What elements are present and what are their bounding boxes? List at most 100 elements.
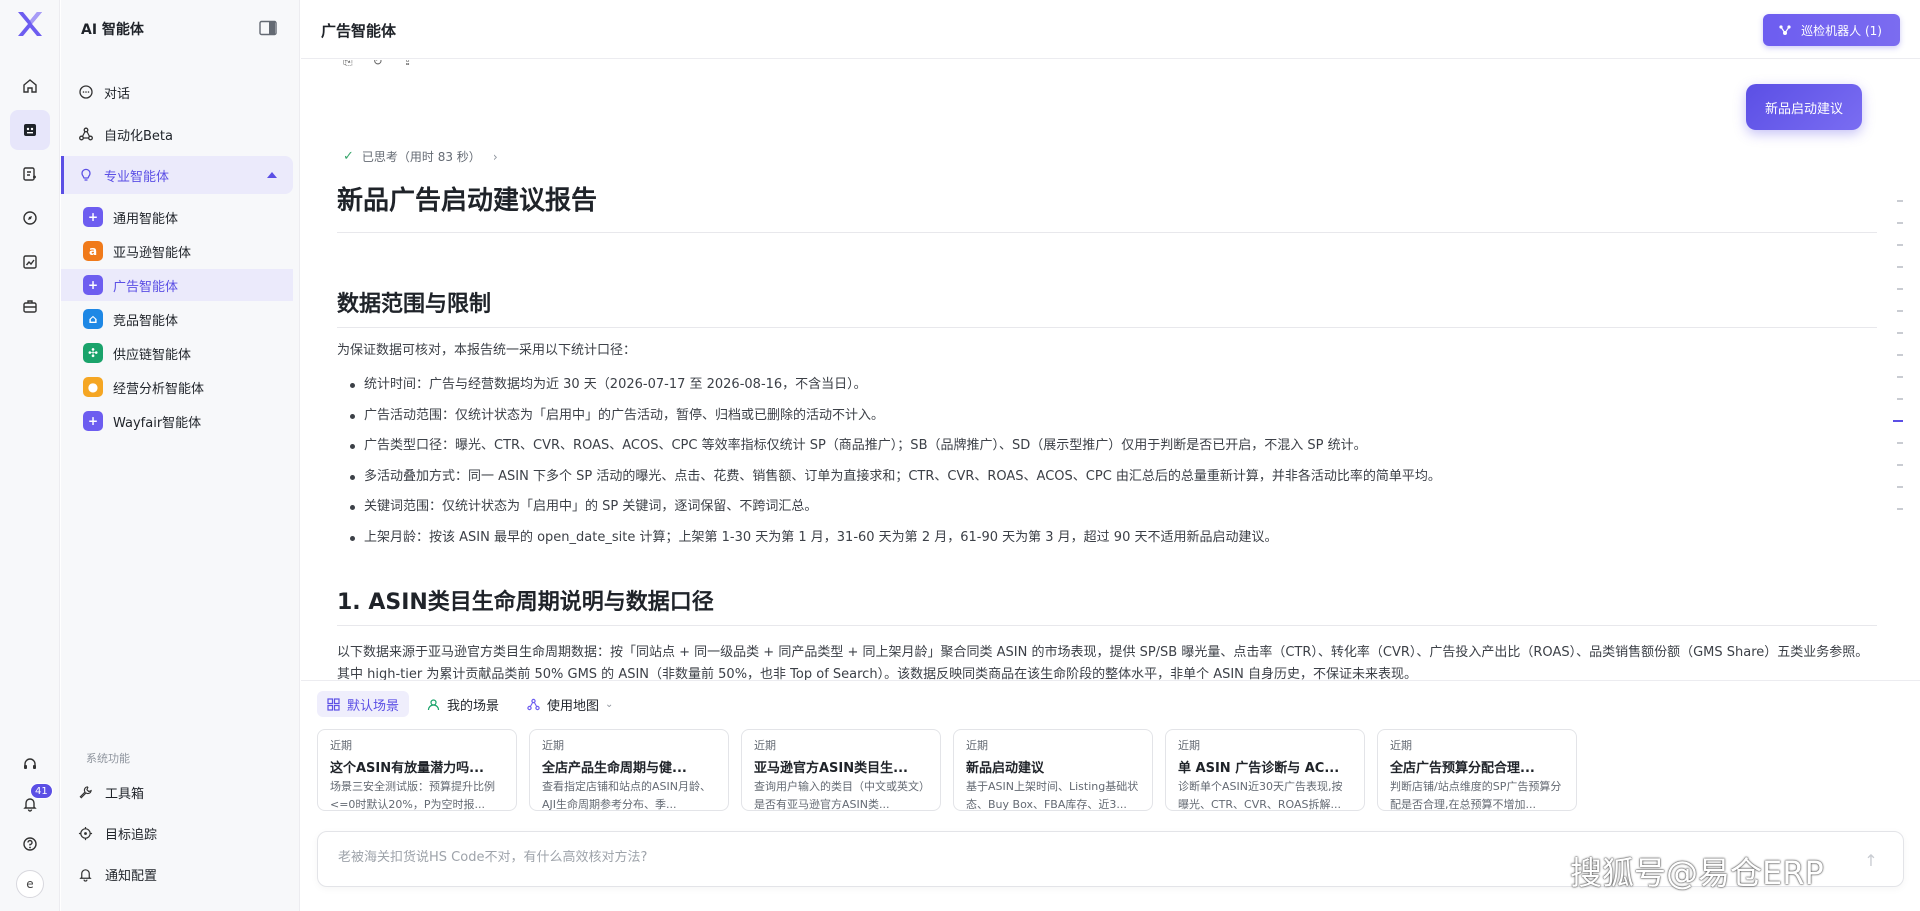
bullet-item: 关键词范围：仅统计状态为「启用中」的 SP 关键词，逐词保留、不跨词汇总。 <box>347 492 1441 523</box>
sidebar-subitem[interactable]: ● 经营分析智能体 <box>61 371 293 403</box>
card-tag: 近期 <box>542 739 564 752</box>
chart-icon[interactable] <box>10 242 50 282</box>
card-title: 这个ASIN有放量潜力吗... <box>330 761 484 776</box>
scene-cards: 近期这个ASIN有放量潜力吗... 场景三安全测试版：预算提升比例<=0时默认20… <box>317 729 1577 811</box>
card-tag: 近期 <box>1390 739 1412 752</box>
section-paragraph: 以下数据来源于亚马逊官方类目生命周期数据：按「同站点 + 同一级品类 + 同产品… <box>337 645 1869 680</box>
agent-icon: + <box>83 275 103 295</box>
sidebar-item-toolbox[interactable]: 工具箱 <box>78 777 144 807</box>
avatar[interactable]: e <box>16 870 44 898</box>
sidebar-subitem[interactable]: + 通用智能体 <box>61 201 293 233</box>
card-tag: 近期 <box>966 739 988 752</box>
card-description: 场景三安全测试版：预算提升比例<=0时默认20%，P为空时报... <box>330 780 495 811</box>
user-icon <box>427 698 440 710</box>
chat-input[interactable] <box>338 850 1438 865</box>
sidebar-item-label: 工具箱 <box>105 786 145 802</box>
sidebar: AI 智能体 对话 自动化Beta 专业智能体 + 通用智能体 a 亚马逊智能体 + 广告… <box>61 0 300 911</box>
card-tag: 近期 <box>754 739 776 752</box>
patrol-robot-label: 巡检机器人 (1) <box>1801 23 1882 38</box>
robot-icon <box>1779 25 1791 35</box>
sidebar-subitem-label: 通用智能体 <box>113 211 179 227</box>
network-icon <box>527 698 540 710</box>
sidebar-subitem[interactable]: ✣ 供应链智能体 <box>61 337 293 369</box>
outline-minimap[interactable] <box>1893 200 1903 530</box>
report-title: 新品广告启动建议报告 <box>337 186 598 216</box>
check-icon: ✓ <box>343 149 354 164</box>
bullet-item: 上架月龄：按该 ASIN 最早的 open_date_site 计算；上架第 1… <box>347 523 1441 554</box>
agent-icon: + <box>83 207 103 227</box>
agent-icon: + <box>83 411 103 431</box>
sidebar-subitem[interactable]: + 广告智能体 <box>61 269 293 301</box>
scene-card[interactable]: 近期 亚马逊官方ASIN类目生... 查询用户输入的类目（中文或英文）是否有亚马逊官… <box>741 729 941 811</box>
divider <box>337 625 1877 626</box>
section-intro: 为保证数据可核对，本报告统一采用以下统计口径： <box>337 343 637 358</box>
compass-icon[interactable] <box>10 198 50 238</box>
app-logo[interactable] <box>14 8 46 40</box>
sidebar-item-label: 专业智能体 <box>104 169 170 185</box>
card-description: 查询用户输入的类目（中文或英文）是否有亚马逊官方ASIN类... <box>754 780 925 811</box>
app-title: AI 智能体 <box>81 22 144 38</box>
chevron-down-icon: ⌄ <box>605 698 614 710</box>
patrol-robot-button[interactable]: 巡检机器人 (1) <box>1763 14 1900 46</box>
sidebar-subitem-label: Wayfair智能体 <box>113 415 202 431</box>
sidebar-subitem[interactable]: + Wayfair智能体 <box>61 405 293 437</box>
divider <box>337 232 1877 233</box>
sidebar-subitem-label: 亚马逊智能体 <box>113 245 192 261</box>
scene-card[interactable]: 近期 全店广告预算分配合理... 判断店铺/站点维度的SP广告预算分配是否合理,在总… <box>1377 729 1577 811</box>
tab-label: 使用地图 <box>547 698 600 714</box>
new-product-suggestion-button[interactable]: 新品启动建议 <box>1746 84 1862 130</box>
scene-card[interactable]: 近期 全店产品生命周期与健... 查看指定店铺和站点的ASIN月龄、AJI生命周期参… <box>529 729 729 811</box>
agent-icon: ● <box>83 377 103 397</box>
sidebar-item-pro-agents[interactable]: 专业智能体 <box>61 156 293 194</box>
divider <box>337 327 1877 328</box>
sidebar-subitem[interactable]: ⌂ 竞品智能体 <box>61 303 293 335</box>
home-icon[interactable] <box>10 66 50 106</box>
section-bullets: 统计时间：广告与经营数据均为近 30 天（2026-07-17 至 2026-0… <box>347 370 1441 553</box>
sidebar-item-label: 目标追踪 <box>105 827 158 843</box>
sidebar-item-label: 自动化Beta <box>104 128 173 144</box>
share-icon[interactable]: ⇪ <box>403 60 413 69</box>
help-icon[interactable] <box>10 824 50 864</box>
agent-icon: a <box>83 241 103 261</box>
card-description: 基于ASIN上架时间、Listing基础状态、Buy Box、FBA库存、近3.… <box>966 780 1139 811</box>
page-header: 广告智能体 巡检机器人 (1) <box>301 0 1920 59</box>
send-icon[interactable]: ↑ <box>1857 846 1885 874</box>
sidebar-subitem[interactable]: a 亚马逊智能体 <box>61 235 293 267</box>
tab-label: 默认场景 <box>347 698 400 714</box>
page-title: 广告智能体 <box>321 22 397 40</box>
sidebar-item-label: 对话 <box>104 86 131 102</box>
scene-card[interactable]: 近期单 ASIN 广告诊断与 AC... 诊断单个ASIN近30天广告表现,按曝光… <box>1165 729 1365 811</box>
card-title: 全店广告预算分配合理... <box>1390 761 1535 776</box>
card-title: 全店产品生命周期与健... <box>542 761 687 776</box>
card-tag: 近期 <box>1178 739 1200 752</box>
grid-icon <box>327 697 340 711</box>
sidebar-item-goal-tracking[interactable]: 目标追踪 <box>78 818 157 848</box>
sidebar-item-notification-config[interactable]: 通知配置 <box>78 859 157 889</box>
headset-icon[interactable] <box>10 744 50 784</box>
scene-card[interactable]: 近期 这个ASIN有放量潜力吗... 场景三安全测试版：预算提升比例<=0时默认20… <box>317 729 517 811</box>
scene-card[interactable]: 近期 新品启动建议 基于ASIN上架时间、Listing基础状态、Buy Box、F… <box>953 729 1153 811</box>
chat-icon <box>79 85 93 99</box>
task-icon[interactable] <box>10 154 50 194</box>
notification-badge: 41 <box>30 783 53 799</box>
sidebar-collapse-icon[interactable] <box>259 20 277 36</box>
thought-status[interactable]: ✓ 已思考（用时 83 秒） › <box>343 148 498 165</box>
sidebar-item-chat[interactable]: 对话 <box>61 73 293 111</box>
bullet-item: 统计时间：广告与经营数据均为近 30 天（2026-07-17 至 2026-0… <box>347 370 1441 401</box>
bullet-item: 广告活动范围：仅统计状态为「启用中」的广告活动，暂停、归档或已删除的活动不计入。 <box>347 401 1441 432</box>
agent-icon[interactable] <box>10 110 50 150</box>
refresh-icon[interactable]: ↻ <box>373 60 383 69</box>
tab-default-scene[interactable]: 默认场景 <box>317 691 410 717</box>
watermark-text: 搜狐号@易仓ERP <box>1570 854 1824 892</box>
sidebar-subitem-label: 经营分析智能体 <box>113 381 205 397</box>
chevron-up-icon <box>267 172 277 178</box>
chevron-right-icon: › <box>492 149 498 164</box>
tab-my-scene[interactable]: 我的场景 <box>417 691 509 717</box>
section-heading: 1. ASIN类目生命周期说明与数据口径 <box>337 590 714 615</box>
tab-usage-map[interactable]: 使用地图 ⌄ <box>517 691 623 717</box>
bell-icon <box>79 868 92 882</box>
copy-icon[interactable]: ⎘ <box>343 60 353 69</box>
sidebar-item-automation[interactable]: 自动化Beta <box>61 115 293 153</box>
wrench-icon <box>79 785 92 798</box>
toolbox-icon[interactable] <box>10 286 50 326</box>
